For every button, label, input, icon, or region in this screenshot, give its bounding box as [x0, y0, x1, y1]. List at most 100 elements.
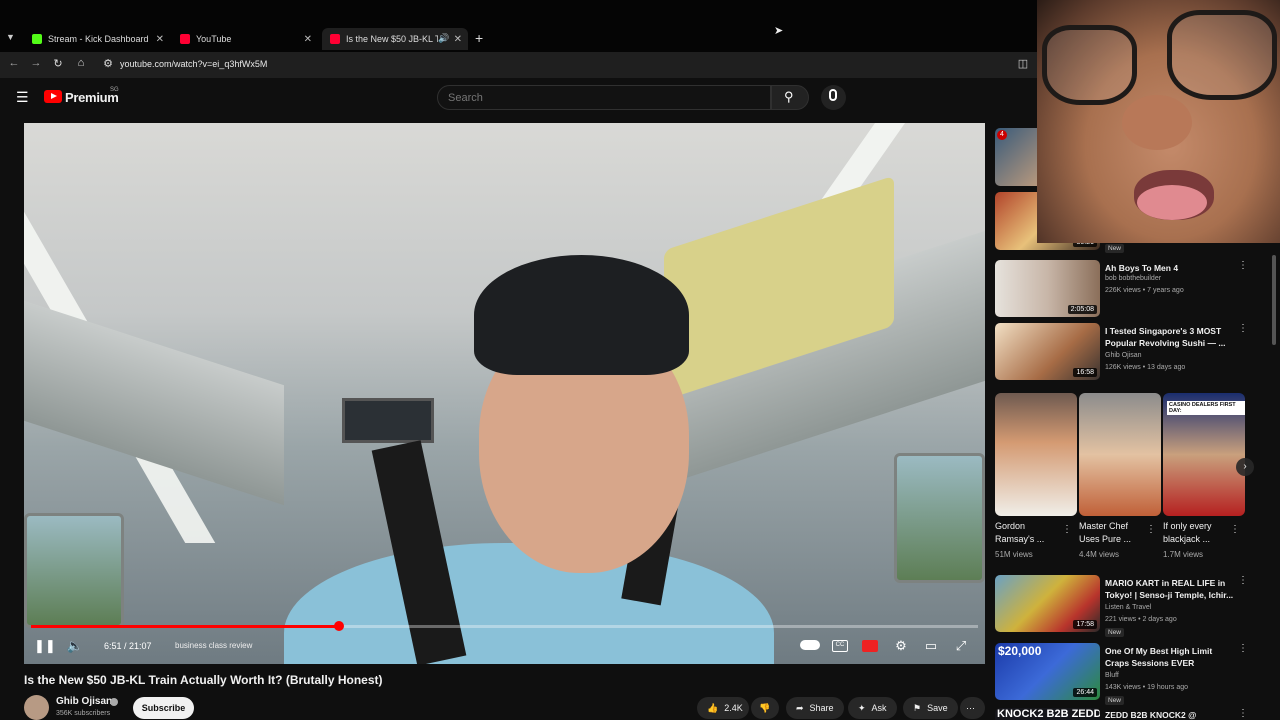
new-badge: New — [1105, 244, 1125, 253]
more-options-icon[interactable]: ⋮ — [1062, 524, 1072, 535]
pause-icon[interactable]: ❚❚ — [34, 638, 56, 654]
more-options-icon[interactable]: ⋮ — [1238, 708, 1248, 719]
more-options-icon[interactable]: ⋮ — [1238, 323, 1248, 334]
install-app-icon[interactable]: ◫ — [1015, 57, 1031, 70]
settings-icon[interactable]: ⚙ — [892, 638, 910, 654]
tab-current-video[interactable]: Is the New $50 JB-KL Train 🔊 ✕ — [322, 28, 468, 50]
channel-avatar[interactable] — [24, 695, 49, 720]
more-options-icon[interactable]: ⋮ — [1238, 575, 1248, 586]
more-options-icon[interactable]: ⋮ — [1230, 524, 1240, 535]
audio-playing-icon[interactable]: 🔊 — [438, 33, 449, 44]
progress-scrubber-handle[interactable] — [333, 621, 344, 631]
video-title[interactable]: Ah Boys To Men 4 — [1105, 262, 1235, 274]
more-icon: ⋯ — [966, 702, 975, 713]
video-player[interactable] — [24, 123, 985, 664]
short-title[interactable]: Master Chef Uses Pure ... — [1079, 520, 1145, 546]
recommended-video[interactable]: KNOCK2 B2B ZEDD ZEDD B2B KNOCK2 @ ⋮ — [995, 708, 1280, 720]
short-title[interactable]: If only every blackjack ... — [1163, 520, 1229, 546]
video-thumbnail[interactable]: $20,000 26:44 — [995, 643, 1100, 700]
close-tab-icon[interactable]: ✕ — [454, 34, 462, 45]
recommended-video[interactable]: $20,000 26:44 One Of My Best High Limit … — [995, 643, 1280, 705]
video-thumbnail[interactable]: 16:58 — [995, 323, 1100, 380]
bookmark-icon: ⚑ — [913, 702, 922, 713]
guide-menu-icon[interactable]: ☰ — [16, 89, 29, 106]
like-button[interactable]: 👍 2.4K — [697, 697, 749, 719]
subscribe-button[interactable]: Subscribe — [133, 697, 194, 719]
ask-button[interactable]: ✦ Ask — [848, 697, 897, 719]
shorts-next-icon[interactable]: › — [1236, 458, 1254, 476]
close-tab-icon[interactable]: ✕ — [304, 34, 312, 45]
more-options-icon[interactable]: ⋮ — [1238, 643, 1248, 654]
channel-name[interactable]: Ghib Ojisan — [1105, 352, 1142, 359]
home-icon[interactable]: ⌂ — [73, 57, 89, 69]
streamer-webcam — [1037, 0, 1280, 243]
tab-title: Is the New $50 JB-KL Train — [346, 34, 438, 44]
autoplay-toggle[interactable] — [800, 640, 820, 650]
more-actions-button[interactable]: ⋯ — [960, 697, 985, 719]
chapter-button[interactable]: business class review — [175, 641, 252, 650]
forward-icon[interactable]: → — [28, 57, 44, 69]
video-meta: 226K views • 7 years ago — [1105, 287, 1184, 294]
notification-count-badge: 4 — [997, 130, 1007, 140]
youtube-header: ☰ Premium SG ⚲ — [0, 78, 1040, 118]
sparkle-icon: ✦ — [858, 702, 866, 713]
short-thumbnail[interactable] — [995, 393, 1077, 516]
video-progress-bar[interactable] — [31, 621, 978, 631]
reload-icon[interactable]: ↻ — [50, 57, 66, 70]
channel-name[interactable]: bob bobthebuilder — [1105, 275, 1161, 282]
thumbnail-text: KNOCK2 B2B ZEDD — [997, 708, 1100, 720]
time-display: 6:51 / 21:07 — [104, 641, 152, 651]
close-tab-icon[interactable]: ✕ — [156, 34, 164, 45]
channel-name[interactable]: Bluff — [1105, 672, 1119, 679]
back-icon[interactable]: ← — [6, 57, 22, 69]
new-tab-button[interactable]: + — [475, 30, 483, 46]
onboard-screen — [342, 398, 434, 443]
search-button[interactable]: ⚲ — [771, 85, 809, 110]
video-duration: 16:58 — [1073, 368, 1097, 377]
short-views: 4.4M views — [1079, 550, 1120, 559]
voice-search-button[interactable] — [821, 85, 846, 110]
short-thumbnail[interactable]: CASINO DEALERS FIRST DAY: — [1163, 393, 1245, 516]
video-title[interactable]: MARIO KART in REAL LIFE in Tokyo! | Sens… — [1105, 577, 1235, 601]
search-input[interactable] — [437, 85, 771, 110]
volume-icon[interactable]: 🔈 — [66, 638, 84, 654]
video-title[interactable]: One Of My Best High Limit Craps Sessions… — [1105, 645, 1235, 669]
thumbs-up-icon: 👍 — [707, 702, 719, 713]
share-button[interactable]: ➦ Share — [786, 697, 844, 719]
save-label: Save — [927, 703, 948, 713]
more-options-icon[interactable]: ⋮ — [1146, 524, 1156, 535]
recommended-video[interactable]: 17:58 MARIO KART in REAL LIFE in Tokyo! … — [995, 575, 1280, 637]
video-title[interactable]: ZEDD B2B KNOCK2 @ — [1105, 709, 1235, 720]
more-options-icon[interactable]: ⋮ — [1238, 260, 1248, 271]
recommended-video[interactable]: 2:05:08 Ah Boys To Men 4 bob bobthebuild… — [995, 260, 1280, 318]
recommended-video[interactable]: 16:58 I Tested Singapore's 3 MOST Popula… — [995, 323, 1280, 381]
tab-kick-dashboard[interactable]: Stream - Kick Dashboard ✕ — [24, 28, 170, 50]
tab-youtube[interactable]: YouTube ✕ — [172, 28, 318, 50]
captions-icon[interactable]: CC — [832, 640, 848, 652]
short-thumbnail[interactable] — [1079, 393, 1161, 516]
train-window-right — [894, 453, 985, 583]
url-field[interactable]: youtube.com/watch?v=ei_q3hfWx5M — [120, 59, 267, 69]
video-duration: 26:44 — [1073, 688, 1097, 697]
sidebar-scrollbar[interactable] — [1272, 255, 1276, 345]
channel-name[interactable]: Ghib Ojisan — [56, 696, 112, 707]
short-title[interactable]: Gordon Ramsay's ... — [995, 520, 1061, 546]
dislike-button[interactable]: 👎 — [751, 697, 779, 719]
thumbnail-text: $20,000 — [998, 644, 1042, 658]
youtube-favicon-icon — [180, 34, 190, 44]
tab-list-dropdown-icon[interactable]: ▼ — [6, 32, 15, 42]
mouse-cursor-icon: ➤ — [774, 25, 784, 37]
video-thumbnail[interactable]: 2:05:08 — [995, 260, 1100, 317]
theater-mode-icon[interactable]: ▭ — [922, 638, 940, 654]
fullscreen-icon[interactable]: ⤢ — [952, 638, 970, 654]
youtube-logo-icon[interactable] — [44, 90, 62, 103]
progress-played — [31, 625, 339, 628]
premium-bitrate-icon[interactable] — [862, 640, 878, 652]
video-title[interactable]: I Tested Singapore's 3 MOST Popular Revo… — [1105, 325, 1235, 349]
video-thumbnail[interactable]: 17:58 — [995, 575, 1100, 632]
save-button[interactable]: ⚑ Save — [903, 697, 958, 719]
site-info-icon[interactable]: ⚙ — [100, 57, 116, 70]
video-thumbnail[interactable]: KNOCK2 B2B ZEDD — [995, 708, 1100, 720]
channel-name[interactable]: Listen & Travel — [1105, 604, 1151, 611]
subscriber-count: 356K subscribers — [56, 710, 111, 717]
